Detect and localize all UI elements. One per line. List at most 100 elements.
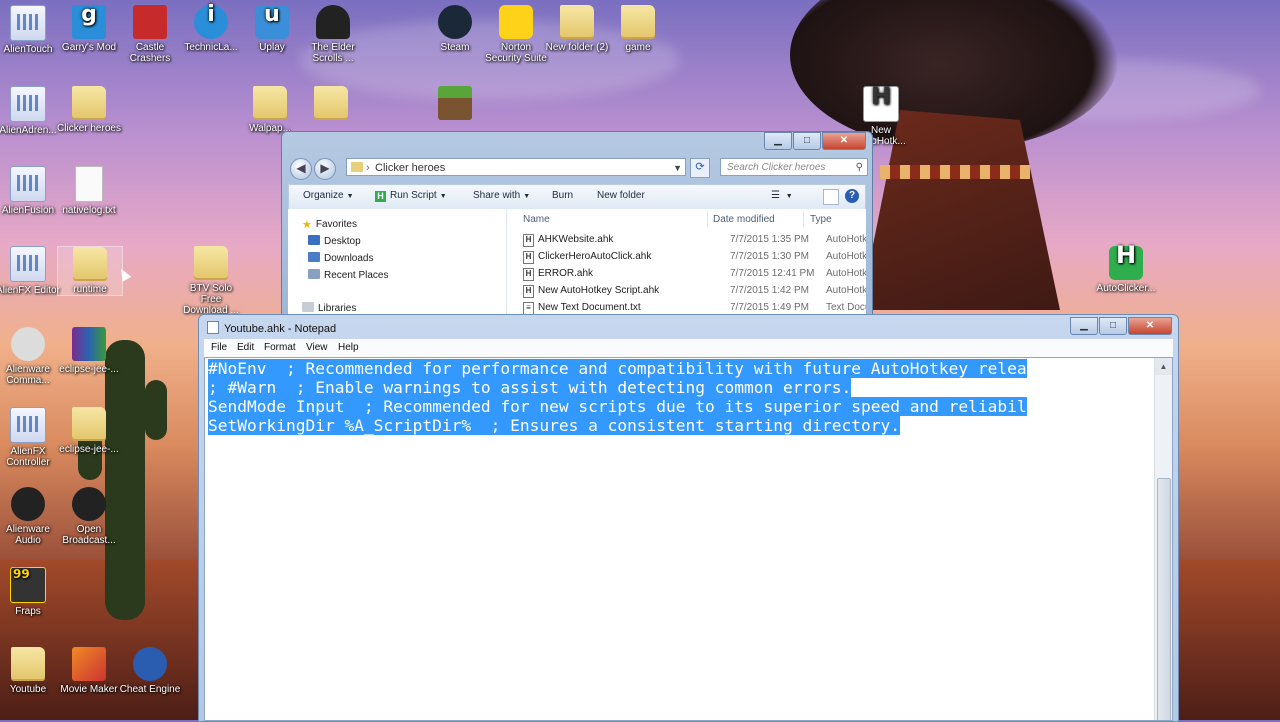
desktop-icon-alienware-audio[interactable]: Alienware Audio (0, 487, 60, 546)
search-input[interactable]: Search Clicker heroes ⚲ (720, 158, 868, 176)
run-script-label: Run Script (390, 190, 437, 201)
column-header-type[interactable]: Type (810, 214, 832, 225)
file-row[interactable]: H New AutoHotkey Script.ahk 7/7/2015 1:4… (523, 283, 866, 299)
desktop-icon-steam[interactable]: Steam (423, 5, 487, 53)
menu-file[interactable]: File (211, 342, 227, 353)
nav-favorites[interactable]: ★ Favorites (302, 218, 357, 231)
column-divider[interactable] (707, 211, 708, 227)
file-type: AutoHotk (826, 234, 866, 245)
share-with-button[interactable]: Share with ▼ (473, 190, 530, 201)
desktop-icon-btv-solo[interactable]: BTV Solo Free Download ... (179, 246, 243, 316)
movie-maker-icon (72, 647, 106, 681)
desktop-icon-game[interactable]: game (606, 5, 670, 53)
libraries-icon (302, 302, 314, 312)
file-row[interactable]: H ERROR.ahk 7/7/2015 12:41 PM AutoHotk (523, 266, 866, 282)
chevron-down-icon[interactable]: ▼ (673, 159, 682, 177)
address-bar-row: ◀ ▶ › Clicker heroes ▼ ⟳ Search Clicker … (288, 157, 868, 180)
desktop-icon-alienfx-controller[interactable]: AlienFX Controller (0, 407, 60, 468)
desktop-icon-elder-scrolls[interactable]: The Elder Scrolls ... (301, 5, 365, 64)
menu-help[interactable]: Help (338, 342, 359, 353)
close-button[interactable]: ✕ (1128, 317, 1172, 335)
address-bar[interactable]: › Clicker heroes ▼ (346, 158, 686, 176)
close-button[interactable]: ✕ (822, 132, 866, 150)
star-icon: ★ (302, 219, 312, 231)
refresh-button[interactable]: ⟳ (690, 158, 710, 178)
folder-icon (560, 5, 594, 39)
column-header-date[interactable]: Date modified (713, 214, 775, 225)
file-row[interactable]: H ClickerHeroAutoClick.ahk 7/7/2015 1:30… (523, 249, 866, 265)
desktop-icon-obs[interactable]: Open Broadcast... (57, 487, 121, 546)
desktop-icon-eclipse-rar[interactable]: eclipse-jee-... (57, 327, 121, 375)
organize-label: Organize (303, 190, 344, 201)
desktop-icon-fraps[interactable]: 99 Fraps (0, 567, 60, 617)
wallpaper-cactus (105, 340, 145, 620)
text-editor[interactable]: #NoEnv ; Recommended for performance and… (204, 357, 1173, 721)
maximize-button[interactable]: □ (793, 132, 821, 150)
file-date: 7/7/2015 1:49 PM (730, 302, 809, 313)
nav-libraries[interactable]: Libraries (302, 302, 356, 314)
column-header-name[interactable]: Name (523, 214, 550, 225)
minecraft-icon (438, 86, 472, 120)
nav-desktop[interactable]: Desktop (308, 235, 361, 247)
help-icon[interactable]: ? (845, 189, 859, 203)
desktop-icon-wallpapers[interactable]: Walpap... (238, 86, 302, 134)
desktop-icon-autoclicker[interactable]: AutoClicker... (1094, 246, 1158, 294)
new-folder-button[interactable]: New folder (597, 190, 645, 201)
vertical-scrollbar[interactable]: ▲ (1154, 358, 1172, 720)
menu-view[interactable]: View (306, 342, 328, 353)
maximize-button[interactable]: □ (1099, 317, 1127, 335)
desktop-icon-castle-crashers[interactable]: Castle Crashers (118, 5, 182, 64)
file-row[interactable]: H AHKWebsite.ahk 7/7/2015 1:35 PM AutoHo… (523, 232, 866, 248)
search-placeholder: Search Clicker heroes (727, 162, 826, 173)
column-divider[interactable] (803, 211, 804, 227)
desktop-icon-label: runtime (73, 284, 107, 295)
run-script-button[interactable]: H Run Script ▼ (375, 190, 447, 202)
desktop-icon-uplay[interactable]: u Uplay (240, 4, 304, 53)
explorer-window[interactable]: ▁ □ ✕ ◀ ▶ › Clicker heroes ▼ ⟳ Search Cl… (281, 131, 873, 321)
back-button[interactable]: ◀ (290, 158, 312, 180)
menu-format[interactable]: Format (264, 342, 296, 353)
desktop-icon-folder-hidden[interactable] (299, 86, 363, 123)
desktop-icon-minecraft[interactable] (423, 86, 487, 123)
desktop-icon-nativelog[interactable]: nativelog.txt (57, 166, 121, 216)
file-date: 7/7/2015 1:30 PM (730, 251, 809, 262)
view-options-icon[interactable]: ☰ ▼ (771, 190, 793, 201)
desktop-icon-label: Open Broadcast... (62, 524, 116, 546)
alienfx-editor-icon (10, 246, 46, 282)
desktop-icon-new-folder-2[interactable]: New folder (2) (545, 5, 609, 53)
desktop-icon-alienfusion[interactable]: AlienFusion (0, 166, 60, 216)
menu-edit[interactable]: Edit (237, 342, 254, 353)
desktop-icon-alientouch[interactable]: AlienTouch (0, 5, 60, 55)
nav-label: Libraries (318, 303, 357, 314)
desktop-icon-technic[interactable]: i TechnicLa... (179, 4, 243, 54)
notepad-window[interactable]: Youtube.ahk - Notepad ▁ □ ✕ File Edit Fo… (198, 314, 1179, 722)
desktop-icon-cheat-engine[interactable]: Cheat Engine (118, 647, 182, 695)
desktop-icon-alienware-command[interactable]: Alienware Comma... (0, 327, 60, 386)
desktop-icon-alienadrenaline[interactable]: AlienAdren... (0, 86, 60, 136)
nav-recent-places[interactable]: Recent Places (308, 269, 388, 281)
desktop-icon-norton[interactable]: Norton Security Suite (484, 5, 548, 64)
desktop-icon-youtube[interactable]: Youtube (0, 647, 60, 695)
desktop-icon-label: Youtube (9, 684, 47, 695)
scrollbar-thumb[interactable] (1157, 478, 1171, 720)
forward-button[interactable]: ▶ (314, 158, 336, 180)
nav-downloads[interactable]: Downloads (308, 252, 373, 264)
preview-pane-icon[interactable] (823, 189, 839, 205)
desktop-icon-runtime[interactable]: runtime (57, 246, 123, 296)
alienware-command-icon (11, 327, 45, 361)
desktop-icon-eclipse-folder[interactable]: eclipse-jee-... (57, 407, 121, 455)
scroll-up-icon[interactable]: ▲ (1155, 358, 1172, 375)
organize-button[interactable]: Organize ▼ (303, 190, 354, 201)
minimize-button[interactable]: ▁ (764, 132, 792, 150)
minimize-button[interactable]: ▁ (1070, 317, 1098, 335)
uplay-icon: u (255, 4, 289, 39)
desktop-icon-movie-maker[interactable]: Movie Maker (57, 647, 121, 695)
desktop-icon-label: Steam (440, 42, 470, 53)
desktop-icon-clicker-heroes[interactable]: Clicker heroes (57, 86, 121, 134)
autohotkey-file-icon (863, 86, 899, 122)
desktop-icon-garrys-mod[interactable]: g Garry's Mod (57, 4, 121, 54)
folder-icon (73, 247, 107, 281)
desktop-icon-label: eclipse-jee-... (59, 444, 119, 455)
burn-button[interactable]: Burn (552, 190, 573, 201)
desktop-icon-alienfx-editor[interactable]: AlienFX Editor (0, 246, 60, 296)
